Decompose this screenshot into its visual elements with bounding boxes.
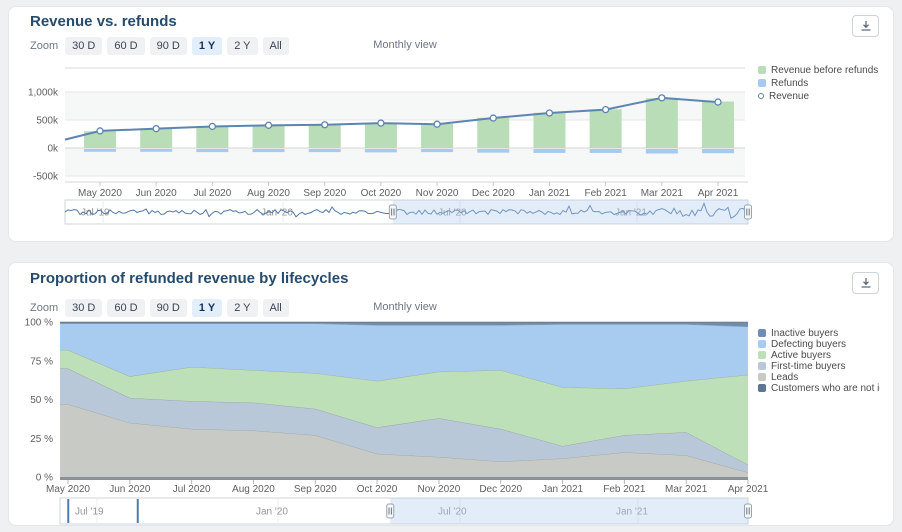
revenue-panel-title: Revenue vs. refunds [30,13,177,30]
x-axis-label: Sep 2020 [294,484,337,495]
legend-item-defecting-buyers[interactable]: Defecting buyers [758,339,880,349]
legend-item-refunds[interactable]: Refunds [758,77,880,89]
y-axis-label: 0 % [36,473,53,484]
lifecycle-zoom-controls: Zoom 30 D 60 D 90 D 1 Y 2 Y All [30,299,289,317]
x-axis-label: Jun 2020 [109,484,151,495]
zoom-button-1y[interactable]: 1 Y [192,299,222,317]
legend-swatch [758,329,766,337]
x-axis-label: Jan 2021 [542,484,584,495]
monthly-view-label: Monthly view [373,301,437,313]
zoom-button-all[interactable]: All [263,37,289,55]
y-axis-label: 50 % [30,395,53,406]
zoom-button-all[interactable]: All [263,299,289,317]
zoom-button-2y[interactable]: 2 Y [227,299,257,317]
x-axis-label: Mar 2021 [665,484,708,495]
x-axis-label: Oct 2020 [357,484,398,495]
zoom-button-90d[interactable]: 90 D [150,299,187,317]
x-axis-label: Feb 2021 [603,484,646,495]
zoom-button-30d[interactable]: 30 D [65,299,102,317]
x-axis-label: Nov 2020 [418,484,461,495]
download-button[interactable] [852,15,879,37]
zoom-button-30d[interactable]: 30 D [65,37,102,55]
zoom-label: Zoom [30,40,58,52]
legend-swatch [758,93,764,99]
download-icon [860,20,872,32]
lifecycle-chart-legend: Inactive buyers Defecting buyers Active … [758,328,880,394]
zoom-button-1y[interactable]: 1 Y [192,37,222,55]
legend-swatch [758,373,766,381]
revenue-zoom-controls: Zoom 30 D 60 D 90 D 1 Y 2 Y All [30,37,289,55]
legend-swatch [758,66,766,74]
navigator-handle-right[interactable] [745,504,752,518]
analytics-dashboard: { "page_background": "#eef0f2", "zoom_co… [0,0,902,532]
x-axis-label: Jul 2020 [173,484,211,495]
legend-item-revenue-before-refunds[interactable]: Revenue before refunds [758,64,880,76]
legend-swatch [758,362,766,370]
lifecycle-stacked-areas [60,322,748,477]
lifecycle-panel-title: Proportion of refunded revenue by lifecy… [30,270,348,287]
x-axis-label: Aug 2020 [232,484,275,495]
legend-swatch [758,340,766,348]
legend-item-customers-not-identified[interactable]: Customers who are not identified [758,383,880,393]
legend-swatch [758,384,766,392]
x-axis-label: May 2020 [46,484,90,495]
zoom-button-90d[interactable]: 90 D [150,37,187,55]
zoom-button-2y[interactable]: 2 Y [227,37,257,55]
zoom-button-60d[interactable]: 60 D [107,37,144,55]
zoom-label: Zoom [30,302,58,314]
lifecycle-navigator[interactable]: Jul '19Jan '20Jul '20Jan '21 [60,498,752,524]
revenue-chart-legend: Revenue before refunds Refunds Revenue [758,64,880,103]
legend-swatch [758,351,766,359]
navigator-axis-label: Jan '20 [256,507,288,518]
legend-item-active-buyers[interactable]: Active buyers [758,350,880,360]
y-axis-label: 100 % [25,318,53,329]
download-button[interactable] [852,272,879,294]
monthly-view-label: Monthly view [373,39,437,51]
navigator-selected-range[interactable] [390,498,748,524]
legend-item-inactive-buyers[interactable]: Inactive buyers [758,328,880,338]
navigator-axis-label: Jul '19 [75,507,104,518]
legend-item-leads[interactable]: Leads [758,372,880,382]
navigator-handle-left[interactable] [387,504,394,518]
legend-swatch [758,79,766,87]
download-icon [860,277,872,289]
legend-item-revenue[interactable]: Revenue [758,90,880,102]
legend-item-first-time-buyers[interactable]: First-time buyers [758,361,880,371]
y-axis-label: 25 % [30,434,53,445]
zoom-button-60d[interactable]: 60 D [107,299,144,317]
x-axis-label: Dec 2020 [479,484,522,495]
x-axis-label: Apr 2021 [728,484,769,495]
y-axis-label: 75 % [30,356,53,367]
